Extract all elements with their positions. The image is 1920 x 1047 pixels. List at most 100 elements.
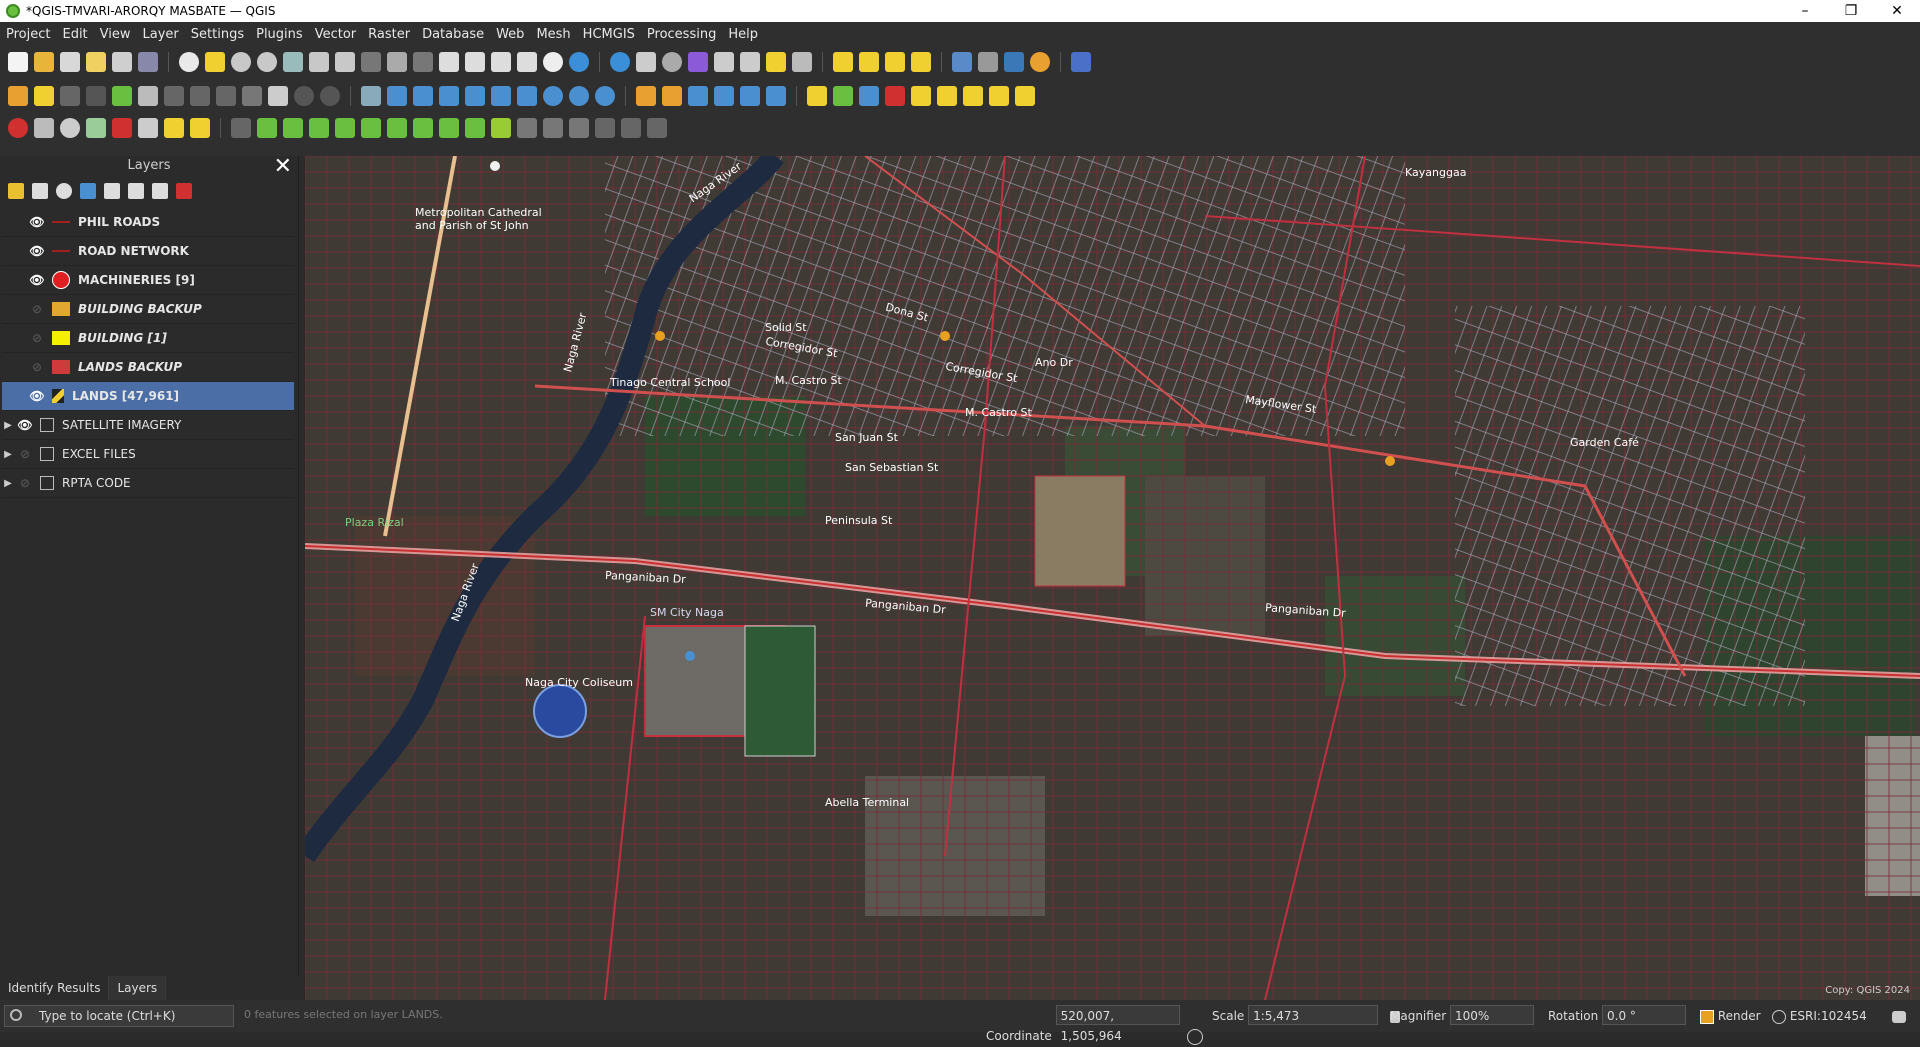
web-globe-icon[interactable]: [543, 86, 563, 106]
close-window-icon[interactable]: ✕: [1874, 0, 1920, 22]
collapse-all-icon[interactable]: [152, 183, 168, 199]
zoom-out-icon[interactable]: [257, 52, 277, 72]
select-features-icon[interactable]: [833, 52, 853, 72]
label-rotate-icon[interactable]: [937, 86, 957, 106]
select-by-location-icon[interactable]: [911, 52, 931, 72]
wfs-layer-icon[interactable]: [595, 86, 615, 106]
fill-holes-icon[interactable]: [517, 118, 537, 138]
menu-raster[interactable]: Raster: [362, 27, 416, 42]
manage-visibility-icon[interactable]: [56, 183, 72, 199]
visibility-eye-off-icon[interactable]: ⊘: [28, 302, 46, 316]
toggle-extents-icon[interactable]: [1187, 1028, 1204, 1045]
menu-web[interactable]: Web: [490, 27, 530, 42]
snapping-icon[interactable]: [387, 86, 407, 106]
db-manager-icon[interactable]: [952, 52, 972, 72]
layer-lands[interactable]: 👁 LANDS [47,961]: [2, 382, 294, 411]
add-virtual-layer-icon[interactable]: [766, 86, 786, 106]
new-3d-view-icon[interactable]: [465, 52, 485, 72]
modify-attributes-icon[interactable]: [164, 86, 184, 106]
expand-arrow-icon[interactable]: ▶: [2, 478, 14, 489]
redo-icon[interactable]: [320, 86, 340, 106]
deselect-all-icon[interactable]: [885, 52, 905, 72]
new-project-icon[interactable]: [8, 52, 28, 72]
shape-digitize-icon[interactable]: [491, 86, 511, 106]
add-polygon-icon[interactable]: [112, 86, 132, 106]
tab-identify-results[interactable]: Identify Results: [0, 976, 110, 1000]
tracing-icon[interactable]: [439, 86, 459, 106]
menu-plugins[interactable]: Plugins: [250, 27, 309, 42]
move-feature-icon[interactable]: [387, 118, 407, 138]
add-ring-icon[interactable]: [257, 118, 277, 138]
open-field-calculator-icon[interactable]: [636, 52, 656, 72]
style-manager-icon[interactable]: [138, 52, 158, 72]
close-panel-icon[interactable]: ✕: [274, 154, 292, 179]
help-icon[interactable]: [1071, 52, 1091, 72]
pan-icon[interactable]: [179, 52, 199, 72]
delete-ring-icon[interactable]: [439, 118, 459, 138]
refresh-icon[interactable]: [569, 52, 589, 72]
point-displace-icon[interactable]: [595, 118, 615, 138]
vertex-editor-icon[interactable]: [621, 118, 641, 138]
current-edits-icon[interactable]: [8, 86, 28, 106]
plugin-manager-icon[interactable]: [1030, 52, 1050, 72]
menu-vector[interactable]: Vector: [309, 27, 362, 42]
visibility-eye-icon[interactable]: 👁: [28, 389, 46, 403]
layer-styling-icon[interactable]: [8, 183, 24, 199]
vertex-tool-icon[interactable]: [138, 86, 158, 106]
georeference-icon[interactable]: [517, 86, 537, 106]
crs-globe-icon[interactable]: [1772, 1009, 1786, 1024]
add-postgis-icon[interactable]: [740, 86, 760, 106]
advanced-digitize-icon[interactable]: [465, 86, 485, 106]
zoom-to-layer-icon[interactable]: [335, 52, 355, 72]
show-bookmarks-icon[interactable]: [517, 52, 537, 72]
add-spatialite-icon[interactable]: [714, 86, 734, 106]
remove-layer-icon[interactable]: [176, 183, 192, 199]
coordinate-field[interactable]: 520,007, 1,505,964: [1055, 1005, 1180, 1043]
scale-feature-icon[interactable]: [413, 118, 433, 138]
zoom-in-icon[interactable]: [231, 52, 251, 72]
open-attribute-table-icon[interactable]: [714, 52, 734, 72]
reverse-line-icon[interactable]: [335, 118, 355, 138]
label-properties-icon[interactable]: [1015, 86, 1035, 106]
menu-processing[interactable]: Processing: [641, 27, 722, 42]
pan-to-selection-icon[interactable]: [205, 52, 225, 72]
menu-project[interactable]: Project: [0, 27, 56, 42]
simplify-icon[interactable]: [309, 118, 329, 138]
menu-mesh[interactable]: Mesh: [530, 27, 576, 42]
delete-part-icon[interactable]: [138, 118, 158, 138]
reshape-icon[interactable]: [190, 118, 210, 138]
locator-search-input[interactable]: Type to locate (Ctrl+K): [4, 1005, 234, 1027]
visibility-eye-icon[interactable]: 👁: [28, 244, 46, 258]
layer-lands-backup[interactable]: ⊘ LANDS BACKUP: [2, 353, 294, 382]
temporal-controller-icon[interactable]: [543, 52, 563, 72]
select-by-expression-icon[interactable]: [859, 52, 879, 72]
layer-machineries[interactable]: 👁 MACHINERIES [9]: [2, 266, 294, 295]
map-canvas[interactable]: Naga River Naga River Naga River Pangani…: [305, 156, 1920, 1000]
add-raster-layer-icon[interactable]: [662, 86, 682, 106]
menu-edit[interactable]: Edit: [56, 27, 93, 42]
zoom-to-selection-icon[interactable]: [309, 52, 329, 72]
add-vector-layer-icon[interactable]: [636, 86, 656, 106]
filter-expression-icon[interactable]: [104, 183, 120, 199]
undo-icon[interactable]: [294, 86, 314, 106]
metasearch-icon[interactable]: [978, 52, 998, 72]
group-excel-files[interactable]: ▶ ⊘ EXCEL FILES: [2, 440, 294, 469]
digitizing-tools-icon[interactable]: [361, 86, 381, 106]
statistical-summary-icon[interactable]: [688, 52, 708, 72]
zoom-next-icon[interactable]: [413, 52, 433, 72]
visibility-eye-off-icon[interactable]: ⊘: [28, 331, 46, 345]
scale-combobox[interactable]: 1:5,473: [1248, 1005, 1379, 1025]
menu-settings[interactable]: Settings: [185, 27, 250, 42]
expand-all-icon[interactable]: [128, 183, 144, 199]
add-group-icon[interactable]: [32, 183, 48, 199]
crs-button[interactable]: ESRI:102454: [1790, 1009, 1867, 1023]
offset-curve-icon[interactable]: [231, 118, 251, 138]
messages-icon[interactable]: [1892, 1010, 1906, 1023]
identify-features-icon[interactable]: [610, 52, 630, 72]
maximize-icon[interactable]: ❐: [1828, 0, 1874, 22]
magnifier-spinbox[interactable]: 100%: [1449, 1005, 1534, 1025]
render-checkbox[interactable]: [1700, 1009, 1714, 1024]
layer-phil-roads[interactable]: 👁 PHIL ROADS: [2, 208, 294, 237]
rotate-point-icon[interactable]: [543, 118, 563, 138]
new-print-layout-icon[interactable]: [86, 52, 106, 72]
